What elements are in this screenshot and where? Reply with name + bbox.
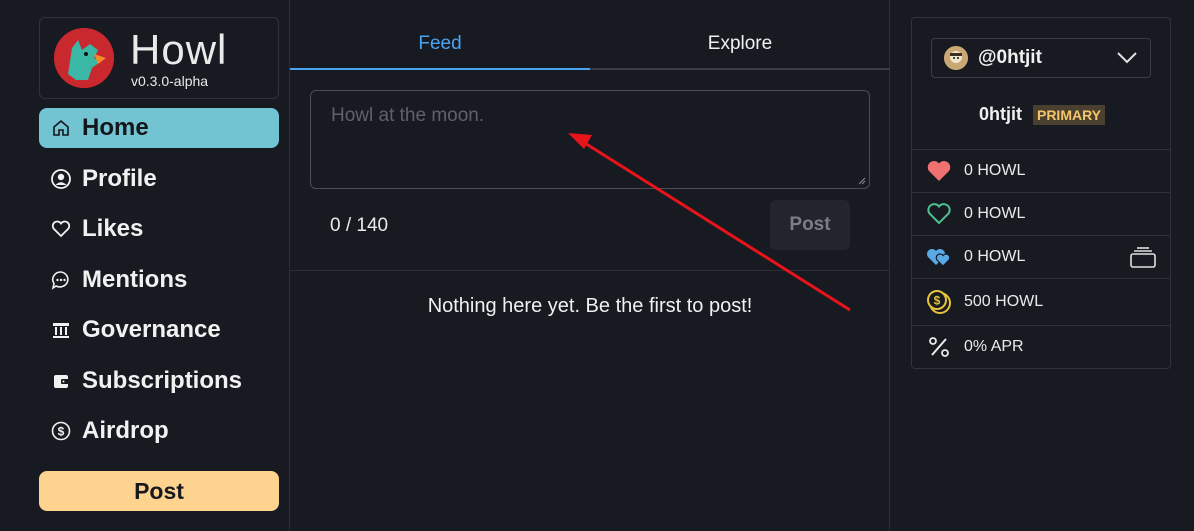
active-tab-indicator	[290, 68, 590, 70]
avatar	[944, 46, 968, 70]
app-window: Howl v0.3.0-alpha Home Profile Likes Men…	[0, 0, 1194, 531]
stat-value: 0% APR	[964, 338, 1024, 355]
tab-explore[interactable]: Explore	[590, 33, 890, 55]
stat-row-apr: 0% APR	[912, 325, 1170, 368]
wallet-icon	[50, 370, 72, 392]
stat-row-likes-given: 0 HOWL	[912, 192, 1170, 235]
composer-box	[310, 90, 870, 189]
main-nav: Home Profile Likes Mentions Governance S…	[39, 108, 279, 462]
nav-item-profile[interactable]: Profile	[39, 159, 279, 199]
chevron-down-icon	[1117, 52, 1137, 64]
nav-item-label: Governance	[82, 316, 221, 343]
composer-post-button[interactable]: Post	[770, 200, 850, 250]
character-counter: 0 / 140	[330, 215, 389, 236]
bank-icon	[50, 319, 72, 341]
svg-text:$: $	[58, 425, 65, 439]
account-panel: @0htjit 0htjit PRIMARY 0 HOWL 0 HOWL 0 H…	[911, 17, 1171, 369]
nav-item-label: Subscriptions	[82, 366, 243, 394]
stat-row-howl-tokens: $ 500 HOWL	[912, 278, 1170, 325]
heart-outline-icon	[926, 201, 952, 227]
account-name: 0htjit	[978, 104, 1022, 124]
main-feed: Feed Explore 0 / 140 Post Nothing here y…	[290, 0, 890, 531]
nav-item-governance[interactable]: Governance	[39, 310, 279, 350]
nav-item-airdrop[interactable]: $ Airdrop	[39, 411, 279, 451]
nav-item-subscriptions[interactable]: Subscriptions	[39, 361, 279, 401]
brand-version: v0.3.0-alpha	[131, 73, 209, 89]
stat-value: 0 HOWL	[964, 248, 1026, 265]
feed-tabs: Feed Explore	[290, 18, 890, 70]
stat-value: 500 HOWL	[964, 293, 1044, 310]
stat-value: 0 HOWL	[964, 205, 1026, 222]
nav-item-mentions[interactable]: Mentions	[39, 260, 279, 300]
howl-logo	[54, 28, 114, 88]
hearts-icon	[926, 244, 952, 270]
svg-text:$: $	[934, 294, 941, 308]
heart-icon	[50, 218, 72, 240]
composer-input[interactable]	[311, 91, 869, 188]
nav-item-label: Mentions	[82, 265, 188, 293]
coin-icon: $	[50, 420, 72, 442]
nav-item-likes[interactable]: Likes	[39, 209, 279, 249]
nav-item-label: Likes	[82, 215, 144, 242]
account-handle: @0htjit	[978, 47, 1042, 68]
brand-card[interactable]: Howl v0.3.0-alpha	[39, 17, 279, 99]
stat-row-likes-received: 0 HOWL	[912, 149, 1170, 192]
tab-feed[interactable]: Feed	[290, 33, 590, 55]
percent-icon	[926, 334, 952, 360]
user-circle-icon	[50, 168, 72, 190]
stat-value: 0 HOWL	[964, 162, 1026, 179]
nav-item-label: Home	[82, 114, 149, 141]
sidebar-post-button[interactable]: Post	[39, 471, 279, 511]
nav-item-label: Profile	[82, 164, 157, 192]
stat-row-balance: 0 HOWL	[912, 235, 1170, 278]
left-sidebar: Howl v0.3.0-alpha Home Profile Likes Men…	[0, 0, 290, 531]
annotation-arrow	[568, 133, 851, 312]
nav-item-label: Airdrop	[82, 417, 169, 444]
resize-handle-icon[interactable]	[858, 177, 866, 185]
brand-name: Howl	[130, 26, 228, 73]
feed-divider	[290, 270, 890, 271]
heart-filled-icon	[926, 158, 952, 184]
status-badge: PRIMARY	[1032, 105, 1106, 126]
coins-icon: $	[926, 289, 952, 315]
empty-feed-message: Nothing here yet. Be the first to post!	[427, 295, 753, 317]
account-name-row: 0htjit PRIMARY	[912, 104, 1172, 126]
stack-icon[interactable]	[1130, 246, 1156, 268]
nav-item-home[interactable]: Home	[39, 108, 279, 148]
home-icon	[50, 117, 72, 139]
account-dropdown[interactable]: @0htjit	[931, 38, 1151, 78]
chat-bubble-icon	[50, 269, 72, 291]
